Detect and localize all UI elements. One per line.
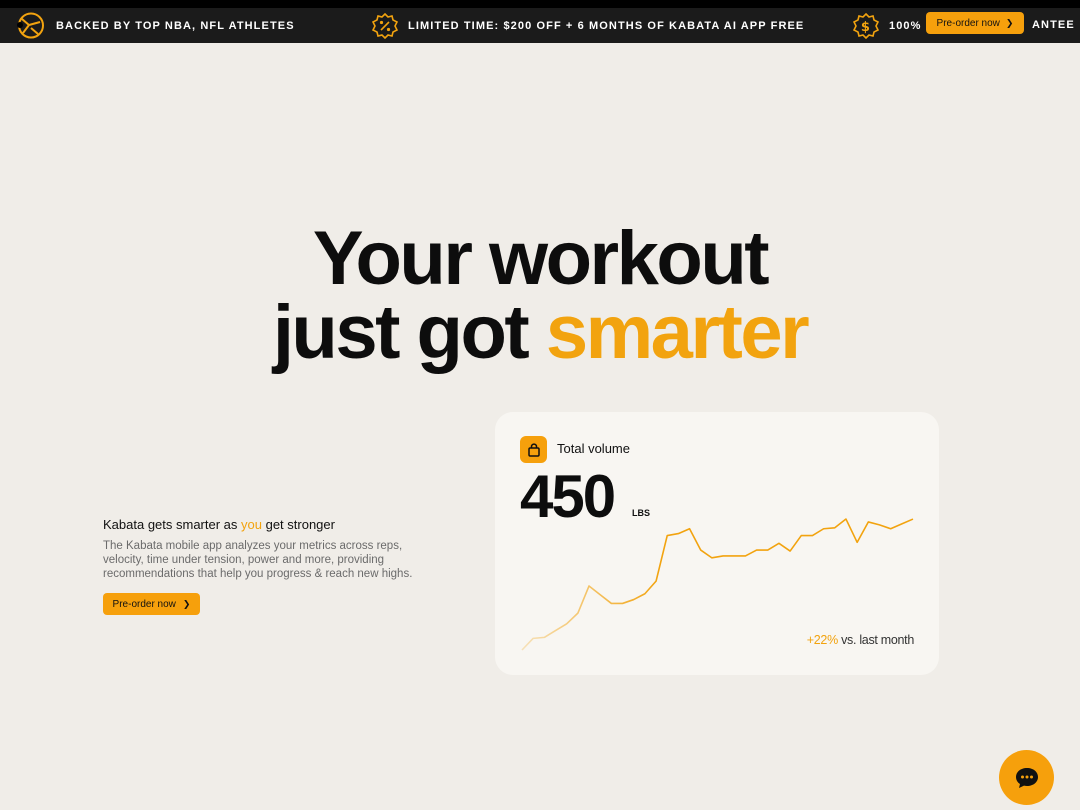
chevron-right-icon: ❯ <box>182 598 191 609</box>
banner-guarantee-tail: ANTEE <box>1032 19 1075 31</box>
dollar-badge-icon: $ <box>853 12 879 39</box>
feature-heading-suffix: get stronger <box>261 517 335 532</box>
delta-percent: +22% <box>806 633 838 647</box>
promo-banner: Backed by top NBA, NFL athletes Limited … <box>0 8 1080 43</box>
preorder-label: Pre-order now <box>112 598 176 610</box>
preorder-button-header[interactable]: Pre-order now ❯ <box>926 12 1024 34</box>
feature-section: Kabata gets smarter as you get stronger … <box>103 517 433 615</box>
banner-offer-free: free <box>770 19 805 32</box>
chat-icon <box>1015 767 1038 788</box>
svg-text:$: $ <box>861 20 871 35</box>
hero-line-2-prefix: just got <box>272 290 546 375</box>
hero-line-1: Your workout <box>312 216 770 301</box>
hero-line-2-accent: smarter <box>545 290 810 375</box>
banner-offer-amount: $200 off <box>503 19 562 32</box>
delta-text: vs. last month <box>837 633 914 647</box>
banner-offer-prefix: Limited time: <box>408 19 504 32</box>
feature-heading-prefix: Kabata gets smarter as <box>103 517 242 532</box>
volume-card: Total volume 450 LBS +22% vs. last month <box>495 412 939 675</box>
banner-item-offer: Limited time: $200 off + 6 months of Kab… <box>372 12 804 39</box>
banner-item-athletes: Backed by top NBA, NFL athletes <box>56 12 295 39</box>
banner-item-guarantee: $ 100% M ANTEE <box>853 12 1074 39</box>
banner-athletes-text: Backed by top NBA, NFL athletes <box>56 19 295 32</box>
feature-heading-accent: you <box>241 517 262 532</box>
feature-description: The Kabata mobile app analyzes your metr… <box>103 540 413 580</box>
banner-offer-mid: + 6 months of Kabata AI app <box>561 19 771 32</box>
top-strip <box>0 0 1080 8</box>
volume-delta: +22% vs. last month <box>806 633 915 647</box>
preorder-header-label: Pre-order now <box>936 17 1000 29</box>
preorder-button[interactable]: Pre-order now ❯ <box>103 593 200 615</box>
kabata-logo-icon[interactable] <box>16 12 46 39</box>
hero-headline: Your workout just got smarter <box>0 221 1080 371</box>
feature-heading: Kabata gets smarter as you get stronger <box>103 517 433 532</box>
series-line <box>521 518 914 651</box>
chat-button[interactable] <box>999 750 1054 805</box>
percent-badge-icon <box>372 12 398 39</box>
banner-offer-text: Limited time: $200 off + 6 months of Kab… <box>408 20 804 32</box>
chevron-right-icon: ❯ <box>1005 17 1014 28</box>
